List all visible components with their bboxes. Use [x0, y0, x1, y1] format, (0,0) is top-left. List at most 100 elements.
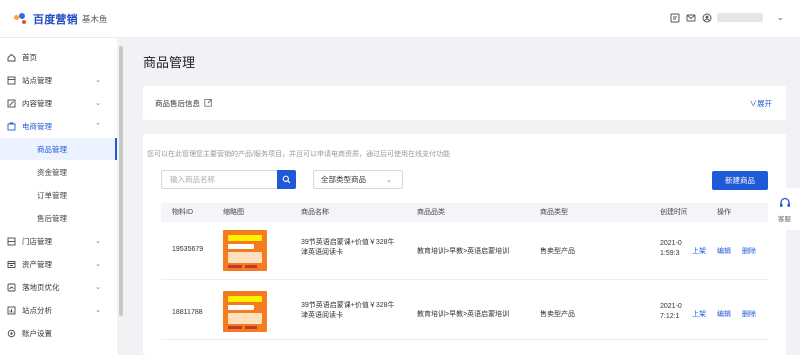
- column-header: 创建时间: [660, 209, 687, 216]
- product-category: 教育培训>早教>英语启蒙培训: [417, 248, 510, 255]
- edit-link[interactable]: 编辑: [717, 309, 731, 319]
- sidebar-item-asset[interactable]: 资产管理 ⌄: [0, 253, 117, 275]
- settings-icon: [6, 328, 16, 338]
- notice-icon[interactable]: [669, 12, 680, 23]
- sidebar-item-aftersale-manage[interactable]: 售后管理: [0, 207, 117, 229]
- column-header: 缩略图: [223, 209, 244, 216]
- edit-link[interactable]: 编辑: [717, 246, 731, 256]
- sidebar-item-label: 资金管理: [37, 167, 67, 177]
- product-thumbnail[interactable]: [223, 291, 267, 332]
- analysis-icon: [6, 305, 16, 315]
- search-button[interactable]: [277, 170, 296, 189]
- sidebar-item-label: 首页: [22, 52, 37, 62]
- list-on-link[interactable]: 上架: [692, 246, 706, 256]
- sidebar-item-label: 商品管理: [37, 144, 67, 154]
- product-type: 售卖型产品: [540, 248, 575, 255]
- chevron-down-icon: ⌄: [95, 100, 101, 107]
- delete-link[interactable]: 删除: [742, 246, 756, 256]
- material-id: 19535679: [172, 246, 204, 253]
- chevron-down-icon: ⌄: [95, 284, 101, 291]
- sidebar-item-label: 落地页优化: [22, 282, 60, 292]
- sidebar-item-label: 订单管理: [37, 190, 67, 200]
- table-header: 物料ID 缩略图 商品名称 商品品类 商品类型 创建时间 操作: [161, 203, 768, 222]
- username-blurred[interactable]: [717, 13, 764, 22]
- column-header: 操作: [717, 209, 731, 216]
- mail-icon[interactable]: [685, 12, 696, 23]
- header-actions: ⌄: [669, 12, 784, 23]
- customer-service-icon: [779, 197, 790, 207]
- sidebar-item-label: 门店管理: [22, 236, 52, 246]
- chevron-down-icon: ⌄: [386, 176, 392, 184]
- sidebar-item-store[interactable]: 门店管理 ⌄: [0, 230, 117, 252]
- tip-text: 您可以在此管理您主要营销的产品/服务项目，并且可以申请电商资质，通过后可使用在线…: [147, 151, 450, 158]
- sidebar-item-fund-manage[interactable]: 资金管理: [0, 161, 117, 183]
- chevron-down-icon: ⌄: [95, 77, 101, 84]
- chevron-up-icon: ⌃: [95, 123, 101, 130]
- expand-toggle[interactable]: ∨展开: [750, 98, 773, 109]
- created-time: 7:12:1: [660, 313, 680, 320]
- product-name: 39节英语启蒙课+价值￥328牛津英语阅读卡: [301, 302, 395, 319]
- chevron-down-icon: ⌄: [95, 307, 101, 314]
- aftersale-info-card: 商品售后信息 ∨展开: [143, 86, 786, 120]
- brand-logo[interactable]: 百度营销 基木鱼: [14, 11, 107, 27]
- column-header: 商品品类: [417, 209, 445, 216]
- baidu-logo-icon: [14, 12, 30, 25]
- delete-link[interactable]: 删除: [742, 309, 756, 319]
- sidebar-item-label: 售后管理: [37, 213, 67, 223]
- search-icon: [282, 175, 291, 184]
- customer-service-label: 客服: [778, 215, 791, 223]
- column-header: 物料ID: [172, 209, 193, 216]
- sidebar-item-label: 站点分析: [22, 305, 52, 315]
- optimize-icon: [6, 282, 16, 292]
- site-icon: [6, 75, 16, 85]
- chevron-down-icon: ⌄: [95, 261, 101, 268]
- created-time: 1:59:3: [660, 250, 680, 257]
- edit-icon[interactable]: [204, 98, 213, 109]
- top-bar: 百度营销 基木鱼 ⌄: [0, 0, 800, 38]
- chevron-down-icon: ⌄: [95, 238, 101, 245]
- home-icon: [6, 52, 16, 62]
- sidebar-item-label: 站点管理: [22, 75, 52, 85]
- product-type: 售卖型产品: [540, 311, 575, 318]
- product-type-value: 全部类型商品: [321, 175, 366, 184]
- product-thumbnail[interactable]: [223, 230, 267, 271]
- user-icon[interactable]: [701, 12, 712, 23]
- sidebar-item-order-manage[interactable]: 订单管理: [0, 184, 117, 206]
- column-header: 商品类型: [540, 209, 568, 216]
- asset-icon: [6, 259, 16, 269]
- sidebar-item-ecommerce[interactable]: 电商管理 ⌃: [0, 115, 117, 137]
- product-name: 基木鱼: [81, 13, 108, 24]
- sidebar-item-label: 电商管理: [22, 121, 52, 131]
- sidebar-item-analysis[interactable]: 站点分析 ⌄: [0, 299, 117, 321]
- list-on-link[interactable]: 上架: [692, 309, 706, 319]
- sidebar-item-label: 资产管理: [22, 259, 52, 269]
- table-row: 19535679 39节英语启蒙课+价值￥328牛津英语阅读卡 教育培训>早教>…: [161, 222, 768, 280]
- brand-name: 百度营销: [33, 13, 78, 26]
- created-time: 2021-0: [660, 303, 682, 310]
- sidebar-item-site[interactable]: 站点管理 ⌄: [0, 69, 117, 91]
- sidebar-item-label: 账户设置: [22, 328, 52, 338]
- sidebar: 首页 站点管理 ⌄ 内容管理 ⌄ 电商管理 ⌃ 商品管理 资金管理 订单管理 售…: [0, 38, 117, 355]
- sidebar-item-product-manage[interactable]: 商品管理: [0, 138, 117, 160]
- product-name: 39节英语启蒙课+价值￥328牛津英语阅读卡: [301, 239, 395, 256]
- search-input[interactable]: 输入商品名称: [161, 170, 277, 189]
- content-icon: [6, 98, 16, 108]
- sidebar-item-optimize[interactable]: 落地页优化 ⌄: [0, 276, 117, 298]
- sidebar-item-account-settings[interactable]: 账户设置: [0, 322, 117, 344]
- aftersale-info-label: 商品售后信息: [155, 98, 200, 108]
- table-row: 18811788 39节英语启蒙课+价值￥328牛津英语阅读卡 教育培训>早教>…: [161, 282, 768, 340]
- created-time: 2021-0: [660, 240, 682, 247]
- page-title: 商品管理: [143, 55, 196, 70]
- product-type-select[interactable]: 全部类型商品 ⌄: [313, 170, 403, 189]
- store-icon: [6, 236, 16, 246]
- chevron-down-icon: ∨: [749, 99, 758, 108]
- sidebar-item-content[interactable]: 内容管理 ⌄: [0, 92, 117, 114]
- shop-icon: [6, 121, 16, 131]
- chevron-down-icon[interactable]: ⌄: [776, 12, 784, 23]
- product-category: 教育培训>早教>英语启蒙培训: [417, 311, 510, 318]
- customer-service-button[interactable]: 客服: [769, 188, 800, 230]
- sidebar-scrollbar-thumb[interactable]: [119, 46, 123, 316]
- expand-label: 展开: [757, 99, 772, 108]
- sidebar-item-home[interactable]: 首页: [0, 46, 117, 68]
- new-product-button[interactable]: 新建商品: [712, 171, 768, 190]
